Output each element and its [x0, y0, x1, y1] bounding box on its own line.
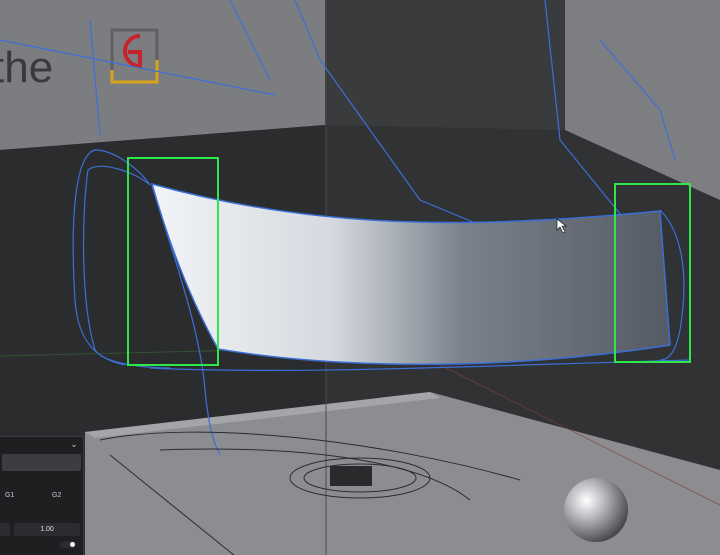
- value-stepper-left[interactable]: [0, 523, 10, 536]
- product-label-emblem: [330, 466, 372, 486]
- g2-option[interactable]: G2: [52, 492, 61, 499]
- material-sphere[interactable]: [564, 478, 628, 542]
- wall-text: the: [0, 43, 53, 92]
- continuity-tool-panel: ⌄ G1 G2 1.00: [0, 436, 84, 555]
- toggle-knob: [70, 542, 75, 547]
- selection-box-right-edge[interactable]: [614, 183, 691, 363]
- panel-toggle[interactable]: [60, 541, 76, 548]
- 3d-viewport[interactable]: the: [0, 0, 720, 555]
- continuity-value-field[interactable]: 1.00: [14, 523, 80, 536]
- center-column: [325, 0, 565, 130]
- panel-field[interactable]: [2, 454, 81, 471]
- viewport-scene[interactable]: the: [0, 0, 720, 555]
- selection-box-left-edge[interactable]: [127, 157, 219, 366]
- chevron-down-icon[interactable]: ⌄: [69, 440, 79, 449]
- g1-option[interactable]: G1: [5, 492, 14, 499]
